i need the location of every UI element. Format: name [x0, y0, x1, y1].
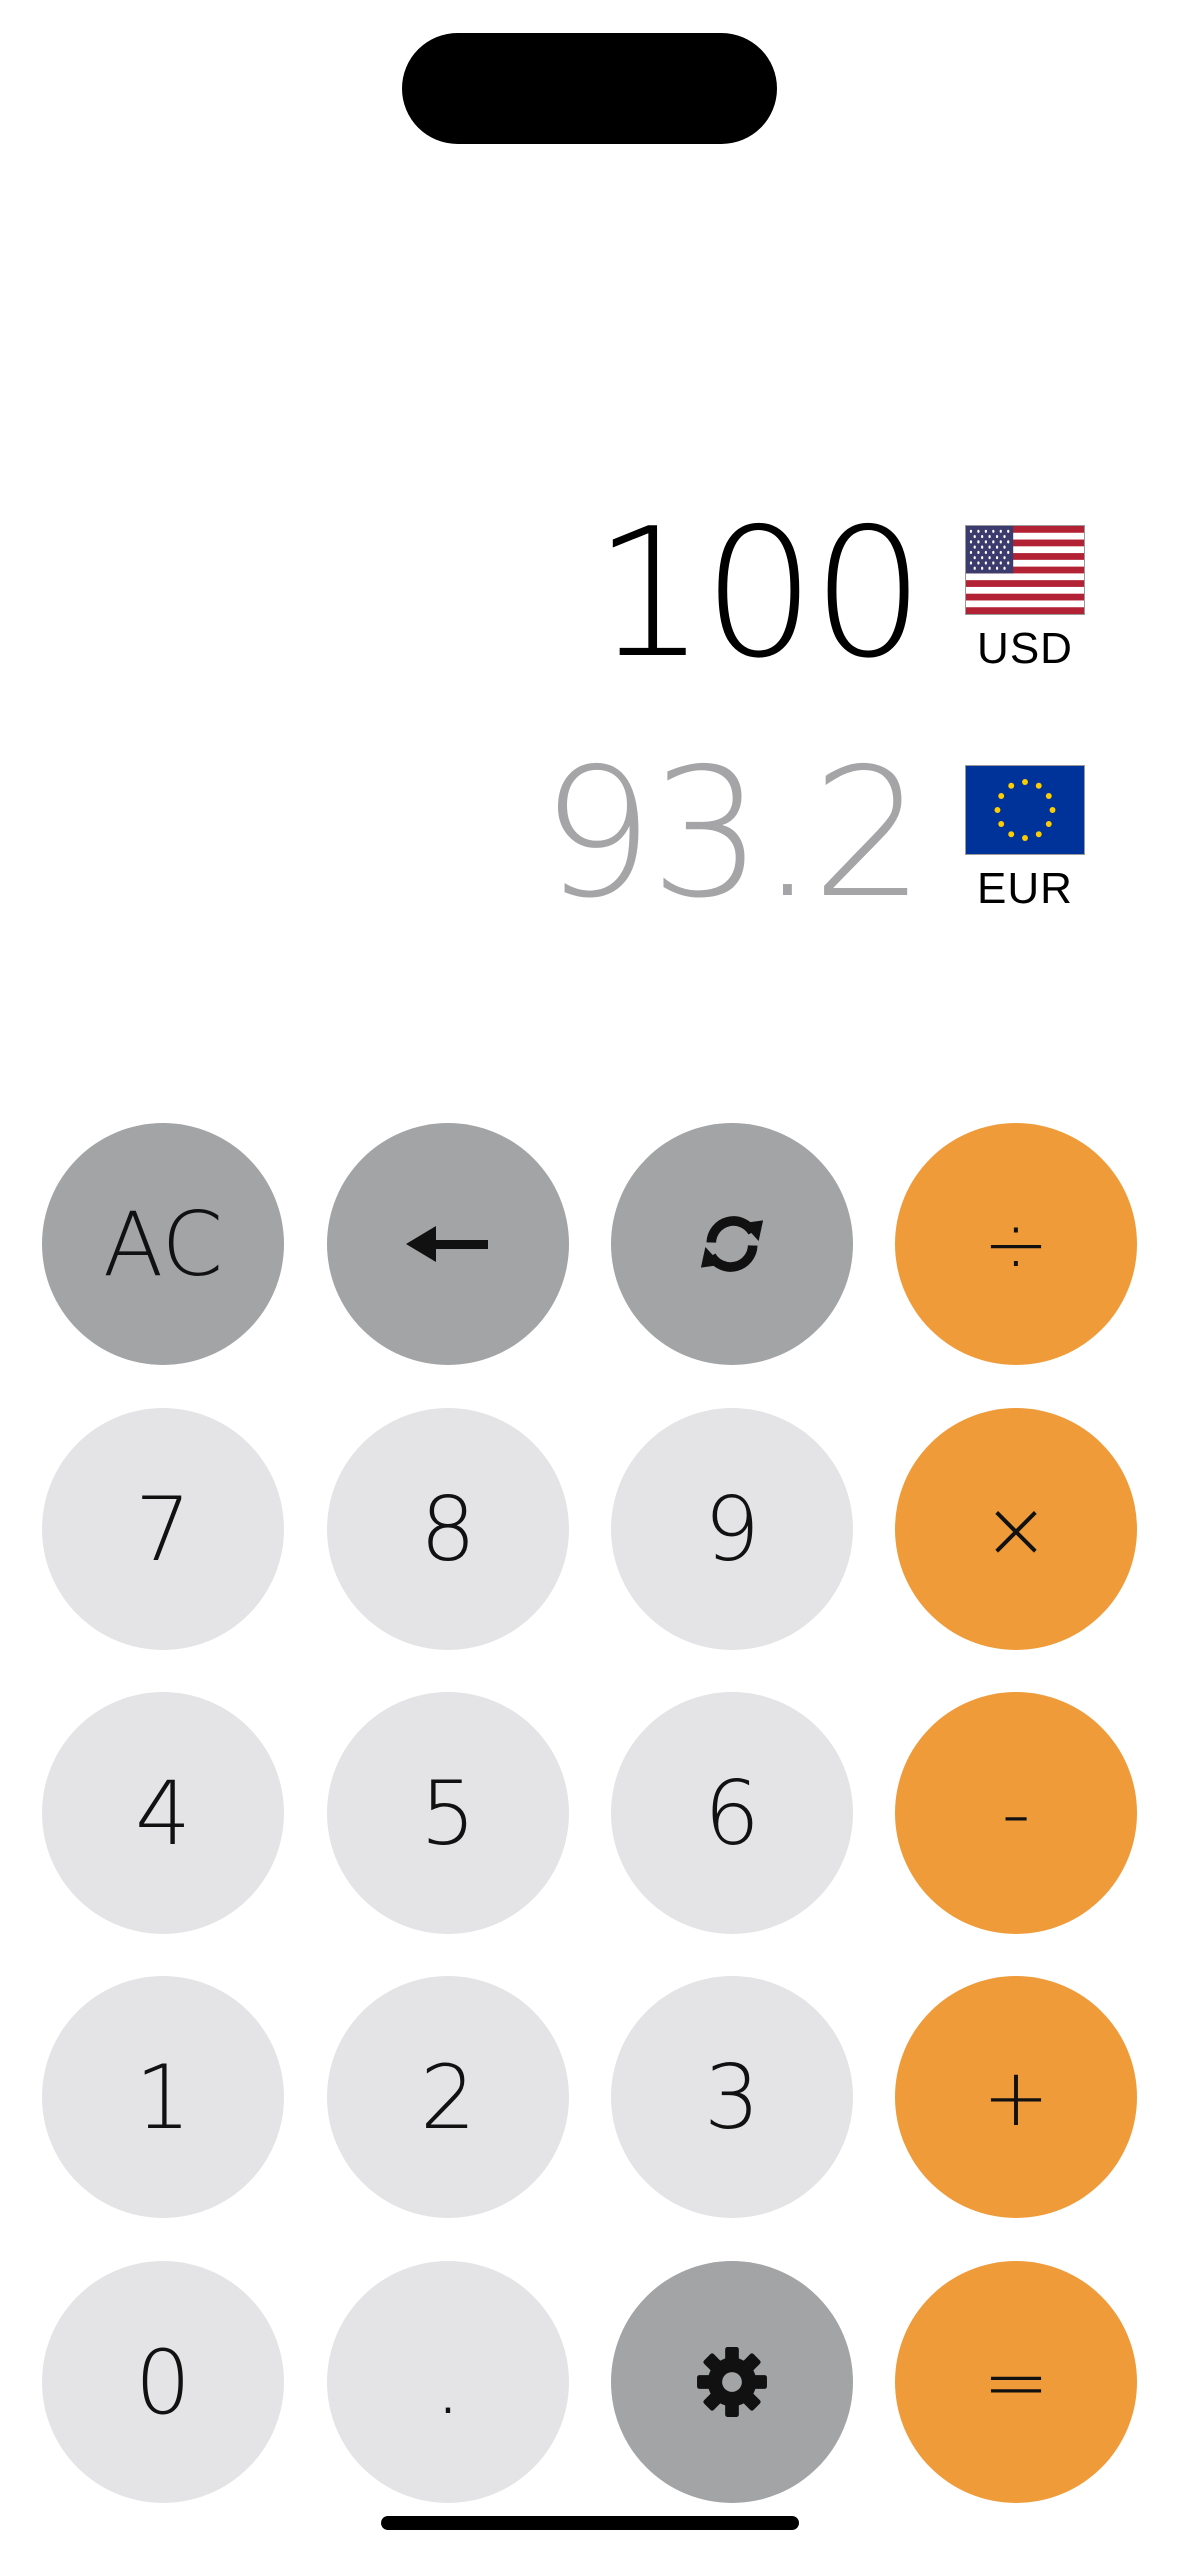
home-indicator[interactable]	[381, 2516, 799, 2530]
digit-0-button[interactable]: 0	[42, 2261, 284, 2503]
dynamic-island	[402, 33, 777, 144]
divide-label: ÷	[982, 1197, 1050, 1291]
eu-flag-icon	[965, 765, 1085, 855]
swap-currencies-button[interactable]	[611, 1123, 853, 1365]
clear-button[interactable]: AC	[42, 1123, 284, 1365]
gear-icon	[697, 2347, 767, 2417]
digit-2-button[interactable]: 2	[327, 1976, 569, 2218]
digit-5-button[interactable]: 5	[327, 1692, 569, 1934]
secondary-amount-row: 93.2 EUR	[541, 745, 1085, 923]
divide-button[interactable]: ÷	[895, 1123, 1137, 1365]
us-flag-icon	[965, 525, 1085, 615]
digit-4-button[interactable]: 4	[42, 1692, 284, 1934]
digit-4-label: 4	[135, 1761, 191, 1865]
primary-amount[interactable]: 100	[593, 505, 925, 683]
decimal-label: .	[434, 2330, 462, 2434]
add-button[interactable]: +	[895, 1976, 1137, 2218]
left-arrow-icon	[406, 1226, 488, 1262]
equals-button[interactable]: =	[895, 2261, 1137, 2503]
digit-7-label: 7	[135, 1477, 191, 1581]
digit-5-label: 5	[420, 1761, 476, 1865]
decimal-button[interactable]: .	[327, 2261, 569, 2503]
clear-label: AC	[102, 1192, 224, 1296]
secondary-currency-selector[interactable]: EUR	[965, 765, 1085, 923]
digit-3-button[interactable]: 3	[611, 1976, 853, 2218]
multiply-label: ×	[982, 1482, 1050, 1576]
secondary-currency-code: EUR	[977, 864, 1073, 913]
digit-1-button[interactable]: 1	[42, 1976, 284, 2218]
digit-6-button[interactable]: 6	[611, 1692, 853, 1934]
refresh-icon	[700, 1216, 764, 1272]
secondary-amount[interactable]: 93.2	[541, 745, 925, 923]
backspace-button[interactable]	[327, 1123, 569, 1365]
subtract-button[interactable]: -	[895, 1692, 1137, 1934]
settings-button[interactable]	[611, 2261, 853, 2503]
digit-9-label: 9	[704, 1477, 760, 1581]
add-label: +	[982, 2050, 1050, 2144]
digit-8-label: 8	[420, 1477, 476, 1581]
equals-label: =	[982, 2335, 1050, 2429]
digit-3-label: 3	[704, 2045, 760, 2149]
primary-currency-code: USD	[977, 624, 1073, 673]
digit-1-label: 1	[135, 2045, 191, 2149]
digit-8-button[interactable]: 8	[327, 1408, 569, 1650]
digit-2-label: 2	[420, 2045, 476, 2149]
digit-6-label: 6	[704, 1761, 760, 1865]
multiply-button[interactable]: ×	[895, 1408, 1137, 1650]
primary-currency-selector[interactable]: USD	[965, 525, 1085, 683]
primary-amount-row: 100 USD	[593, 505, 1085, 683]
digit-7-button[interactable]: 7	[42, 1408, 284, 1650]
subtract-label: -	[1001, 1766, 1031, 1860]
digit-9-button[interactable]: 9	[611, 1408, 853, 1650]
digit-0-label: 0	[135, 2330, 191, 2434]
